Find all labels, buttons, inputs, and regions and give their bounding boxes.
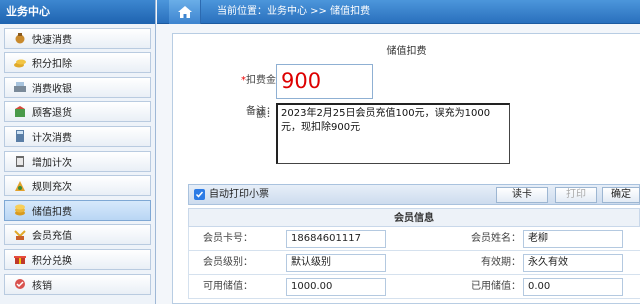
check-icon [195, 191, 204, 198]
amount-input[interactable]: 900 [276, 64, 373, 99]
sidebar-item-label: 会员充值 [32, 231, 72, 243]
print-button[interactable]: 打印 [555, 187, 597, 203]
sidebar: 业务中心 快速消费 积分扣除 消费收银 顾客退货 计次消费 增加计次 规则充次 [0, 0, 156, 304]
memo-textarea[interactable]: 2023年2月25日会员充值100元，误充为1000元，现扣除900元 [276, 103, 510, 164]
action-bar: 自动打印小票 读卡 打印 确定 [188, 184, 640, 205]
used-balance-label: 已用储值： [471, 281, 521, 292]
memo-label: 备注： [246, 106, 276, 117]
table-row: 会员级别： 默认级别 有效期： 永久有效 [188, 251, 640, 275]
member-info-title: 会员信息 [188, 208, 640, 227]
sidebar-item-label: 快速消费 [32, 34, 72, 46]
clipboard-icon [16, 156, 24, 168]
sidebar-item-cashier[interactable]: 消费收银 [4, 76, 151, 98]
sidebar-title: 业务中心 [0, 0, 155, 24]
sidebar-item-stored-value-deduct[interactable]: 储值扣费 [4, 199, 151, 221]
member-level-field: 默认级别 [286, 254, 386, 272]
home-icon [177, 6, 192, 18]
member-name-field: 老柳 [523, 230, 623, 248]
sidebar-item-return[interactable]: 顾客退货 [4, 101, 151, 123]
sidebar-item-member-recharge[interactable]: 会员充值 [4, 224, 151, 246]
balance-field: 1000.00 [286, 278, 386, 296]
table-row: 可用储值： 1000.00 已用储值： 0.00 [188, 275, 640, 299]
cash-register-icon [14, 82, 26, 93]
rule-icon [15, 180, 25, 191]
balance-label: 可用储值： [203, 281, 253, 292]
sidebar-item-label: 储值扣费 [32, 206, 72, 218]
auto-print-label[interactable]: 自动打印小票 [209, 185, 269, 204]
validity-label: 有效期： [481, 257, 521, 268]
calculator-icon [16, 130, 24, 143]
top-bar: 当前位置：业务中心 >> 储值扣费 [157, 0, 640, 24]
gift-icon [14, 256, 26, 265]
return-goods-icon [15, 105, 25, 117]
sidebar-item-rule-recharge[interactable]: 规则充次 [4, 175, 151, 197]
member-level-label: 会员级别： [203, 257, 253, 268]
breadcrumb: 当前位置：业务中心 >> 储值扣费 [217, 6, 371, 17]
sidebar-item-label: 顾客退货 [32, 108, 72, 120]
sidebar-menu: 快速消费 积分扣除 消费收银 顾客退货 计次消费 增加计次 规则充次 储值扣费 [0, 27, 155, 295]
validity-field: 永久有效 [523, 254, 623, 272]
sidebar-item-label: 消费收银 [32, 83, 72, 95]
sidebar-item-verify[interactable]: 核销 [4, 273, 151, 295]
sidebar-item-label: 积分兑换 [32, 255, 72, 267]
sidebar-item-label: 核销 [32, 280, 52, 292]
used-balance-field: 0.00 [523, 278, 623, 296]
read-card-button[interactable]: 读卡 [496, 187, 548, 203]
home-button[interactable] [169, 0, 201, 24]
confirm-button[interactable]: 确定 [602, 187, 640, 203]
sidebar-item-points-exchange[interactable]: 积分兑换 [4, 248, 151, 270]
section-title: 储值扣费 [386, 46, 427, 57]
memo-row: 备注： 2023年2月25日会员充值100元，误充为1000元，现扣除900元 [222, 103, 510, 164]
recharge-icon [14, 230, 26, 240]
sidebar-item-quick-consume[interactable]: 快速消费 [4, 27, 151, 49]
sidebar-item-label: 增加计次 [32, 157, 72, 169]
sidebar-item-label: 积分扣除 [32, 59, 72, 71]
card-no-field: 18684601117 [286, 230, 386, 248]
table-row: 会员卡号： 18684601117 会员姓名： 老柳 [188, 227, 640, 251]
sidebar-item-label: 计次消费 [32, 132, 72, 144]
auto-print-checkbox[interactable] [194, 189, 205, 200]
coins-icon [14, 59, 26, 68]
card-no-label: 会员卡号： [203, 233, 253, 244]
money-bag-icon [15, 33, 25, 44]
member-name-label: 会员姓名： [471, 233, 521, 244]
member-info-table: 会员卡号： 18684601117 会员姓名： 老柳 会员级别： 默认级别 有效… [188, 227, 640, 299]
sidebar-item-add-count[interactable]: 增加计次 [4, 150, 151, 172]
verify-icon [15, 279, 25, 290]
sidebar-item-count-consume[interactable]: 计次消费 [4, 125, 151, 147]
coin-stack-icon [15, 204, 25, 216]
sidebar-item-label: 规则充次 [32, 182, 72, 194]
sidebar-item-points-deduct[interactable]: 积分扣除 [4, 52, 151, 74]
